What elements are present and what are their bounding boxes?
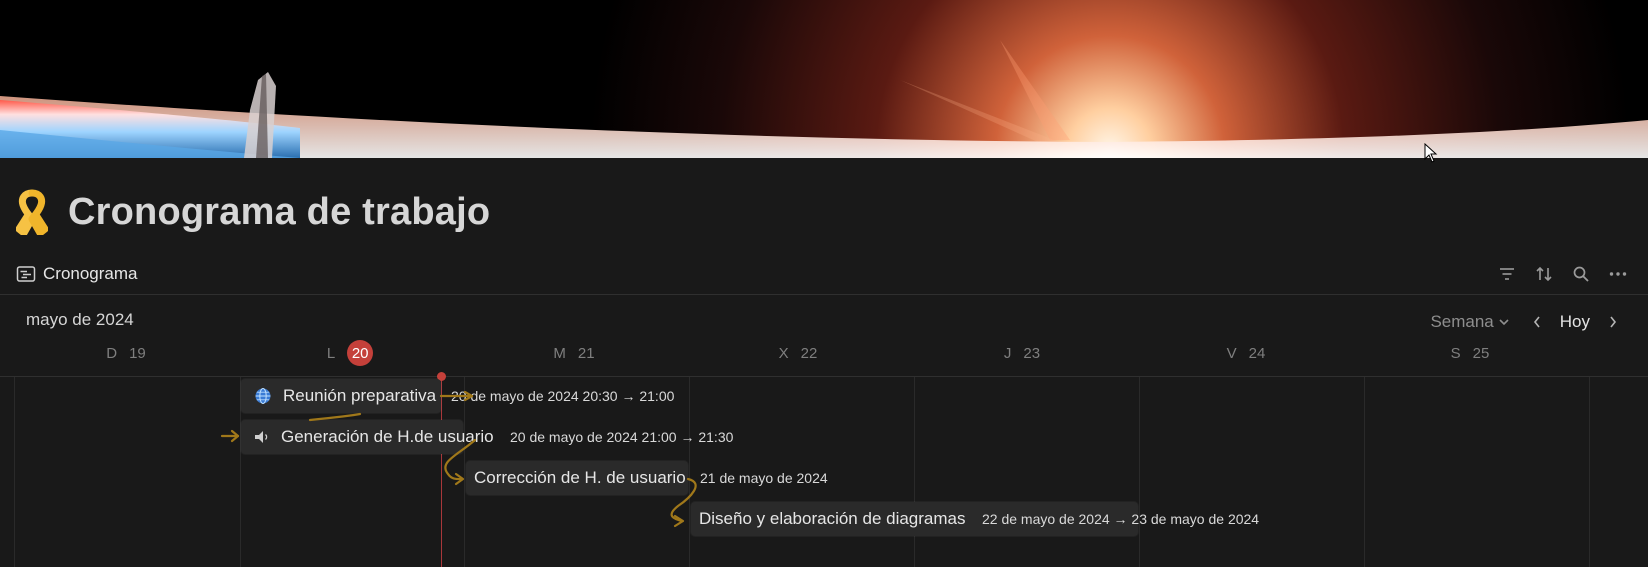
page-title[interactable]: Cronograma de trabajo <box>68 191 490 234</box>
month-label: mayo de 2024 <box>26 310 134 329</box>
current-time-line <box>441 377 442 567</box>
day-number: 24 <box>1248 344 1266 362</box>
task-bar-reunion-preparativa[interactable]: Reunión preparativa <box>241 379 441 413</box>
day-column-line <box>914 377 915 567</box>
day-header: D 19 <box>14 340 238 366</box>
task-date: 21 de mayo de 2024 <box>700 470 828 486</box>
range-select-label: Semana <box>1430 312 1494 331</box>
speaker-icon <box>253 427 271 447</box>
day-weekday: V <box>1226 344 1237 362</box>
day-column-line <box>1364 377 1365 567</box>
day-header: S 25 <box>1358 340 1582 366</box>
view-toolbar <box>1495 260 1630 288</box>
day-header: V 24 <box>1134 340 1358 366</box>
day-weekday: D <box>106 344 118 362</box>
task-bar-generacion-h-usuario[interactable]: Generación de H.de usuario <box>241 420 494 454</box>
task-bar-correccion-h-usuario[interactable]: Corrección de H. de usuario <box>466 461 688 495</box>
search-icon[interactable] <box>1569 262 1593 286</box>
day-number: 19 <box>129 344 146 362</box>
task-date: 20 de mayo de 2024 21:00 → 21:30 <box>510 429 734 445</box>
next-week-button[interactable] <box>1604 311 1622 333</box>
day-column-line <box>14 377 15 567</box>
day-header-today: L 20 <box>238 340 462 366</box>
day-column-line <box>1589 377 1590 567</box>
view-tab-cronograma[interactable]: Cronograma <box>16 260 138 288</box>
day-column-line <box>464 377 465 567</box>
day-number: 23 <box>1023 344 1041 362</box>
day-header: X 22 <box>686 340 910 366</box>
task-name: Corrección de H. de usuario <box>474 468 686 487</box>
previous-week-button[interactable] <box>1528 311 1546 333</box>
today-badge: 20 <box>347 340 374 366</box>
day-number: 21 <box>577 344 595 362</box>
timeline-icon <box>16 264 36 284</box>
filter-icon[interactable] <box>1495 262 1519 286</box>
chevron-down-icon <box>1499 319 1509 326</box>
task-name: Generación de H.de usuario <box>281 427 494 446</box>
sort-icon[interactable] <box>1532 262 1556 286</box>
today-button[interactable]: Hoy <box>1560 312 1590 332</box>
range-select[interactable]: Semana <box>1430 312 1509 332</box>
day-number: 25 <box>1472 344 1490 362</box>
day-weekday: S <box>1450 344 1461 362</box>
task-name: Diseño y elaboración de diagramas <box>699 509 966 528</box>
timeline-grid-divider <box>0 376 1648 377</box>
day-header: M 21 <box>462 340 686 366</box>
timeline-nav: Semana Hoy <box>1430 309 1622 335</box>
chevron-right-icon <box>1610 316 1617 328</box>
mouse-cursor-icon <box>1424 142 1438 168</box>
day-column-line <box>1139 377 1140 567</box>
day-number: 22 <box>800 344 818 362</box>
cover-image[interactable] <box>0 0 1648 158</box>
notion-page: Cronograma de trabajo Cronograma mayo de… <box>0 0 1648 567</box>
task-name: Reunión preparativa <box>283 386 437 405</box>
task-date: 22 de mayo de 2024 → 23 de mayo de 2024 <box>982 511 1260 527</box>
page-header: Cronograma de trabajo <box>15 186 490 238</box>
day-weekday: X <box>778 344 789 362</box>
task-date: 20 de mayo de 2024 20:30 → 21:00 <box>451 388 675 404</box>
day-weekday: L <box>326 344 336 362</box>
day-weekday: M <box>553 344 566 362</box>
view-tab-label: Cronograma <box>43 264 138 283</box>
day-weekday: J <box>1003 344 1012 362</box>
day-column-line <box>689 377 690 567</box>
view-bar: Cronograma <box>0 256 1648 295</box>
yellow-ribbon-icon[interactable] <box>15 189 49 237</box>
globe-icon <box>253 386 273 406</box>
day-header: J 23 <box>910 340 1134 366</box>
chevron-left-icon <box>1533 316 1540 328</box>
more-icon[interactable] <box>1606 262 1630 286</box>
